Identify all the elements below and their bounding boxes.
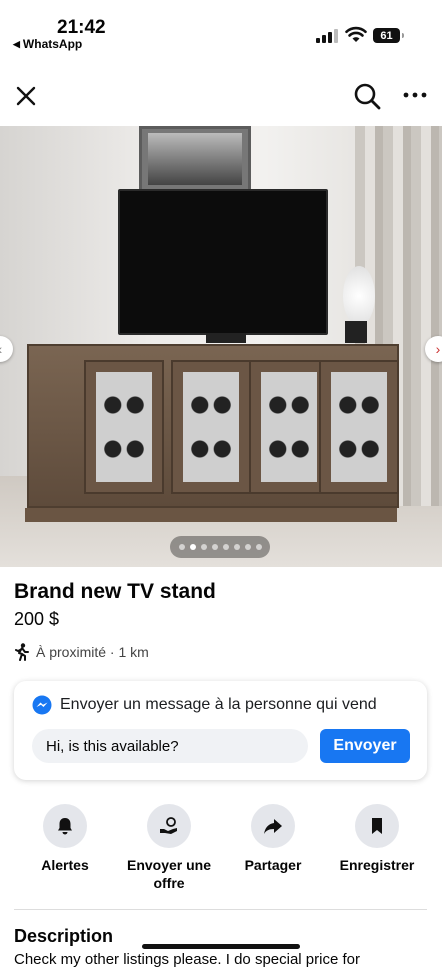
photo-cabinet (25, 344, 399, 522)
walking-person-icon (15, 643, 29, 661)
save-button[interactable]: Enregistrer (322, 804, 432, 874)
listing-photo[interactable]: ‹ › (0, 126, 442, 567)
bookmark-icon (372, 818, 382, 834)
back-to-app-link[interactable]: ◀ WhatsApp (13, 37, 82, 51)
messenger-icon (32, 695, 52, 715)
signal-icon (316, 29, 338, 43)
close-icon[interactable] (14, 84, 38, 108)
photo-tv-base (206, 333, 246, 343)
send-button[interactable]: Envoyer (320, 729, 410, 763)
message-heading-text: Envoyer un message à la personne qui ven… (60, 696, 377, 713)
message-heading: Envoyer un message à la personne qui ven… (32, 695, 377, 715)
status-bar: 21:42 ◀ WhatsApp 61 (0, 0, 442, 60)
pagination-dot (244, 544, 251, 550)
listing-title: Brand new TV stand (14, 580, 216, 603)
pagination-dot (255, 544, 262, 550)
pagination-dot (222, 544, 229, 550)
chevron-right-icon: › (435, 341, 441, 357)
share-icon (264, 819, 282, 834)
save-label: Enregistrer (339, 857, 415, 873)
message-input[interactable] (32, 729, 308, 763)
photo-vase (345, 321, 367, 343)
more-icon[interactable] (403, 90, 427, 100)
wifi-icon (345, 26, 367, 42)
pagination-dot (200, 544, 207, 550)
actions-row: Alertes Envoyer une offre Partager Enreg… (0, 804, 442, 904)
photo-pagination (170, 536, 270, 558)
alerts-label: Alertes (41, 857, 89, 873)
pagination-dot (211, 544, 218, 550)
photo-tv (118, 189, 328, 335)
bell-icon (58, 818, 72, 835)
battery-indicator: 61 (373, 28, 404, 43)
divider (14, 909, 427, 910)
chevron-left-icon: ‹ (0, 341, 2, 357)
top-nav (0, 72, 442, 122)
photo-wall-frame (139, 126, 251, 192)
send-offer-label: Envoyer une offre (126, 857, 212, 891)
alerts-button[interactable]: Alertes (10, 804, 120, 874)
send-offer-button[interactable]: Envoyer une offre (114, 804, 224, 892)
offer-icon (160, 817, 177, 834)
search-icon[interactable] (353, 82, 381, 110)
back-app-label: WhatsApp (22, 37, 83, 51)
pagination-dot (178, 544, 185, 550)
listing-price: 200 $ (14, 609, 60, 629)
message-seller-card: Envoyer un message à la personne qui ven… (14, 681, 427, 780)
status-time: 21:42 (57, 17, 106, 38)
pagination-dot (233, 544, 240, 550)
home-indicator (142, 944, 300, 949)
back-triangle-icon: ◀ (13, 38, 20, 49)
description-title: Description (14, 926, 114, 946)
pagination-dot (189, 544, 196, 550)
share-label: Partager (244, 857, 302, 873)
photo-flowers (343, 266, 375, 326)
share-button[interactable]: Partager (218, 804, 328, 874)
listing-location: À proximité · 1 km (14, 643, 149, 661)
location-text: À proximité · 1 km (36, 644, 149, 660)
